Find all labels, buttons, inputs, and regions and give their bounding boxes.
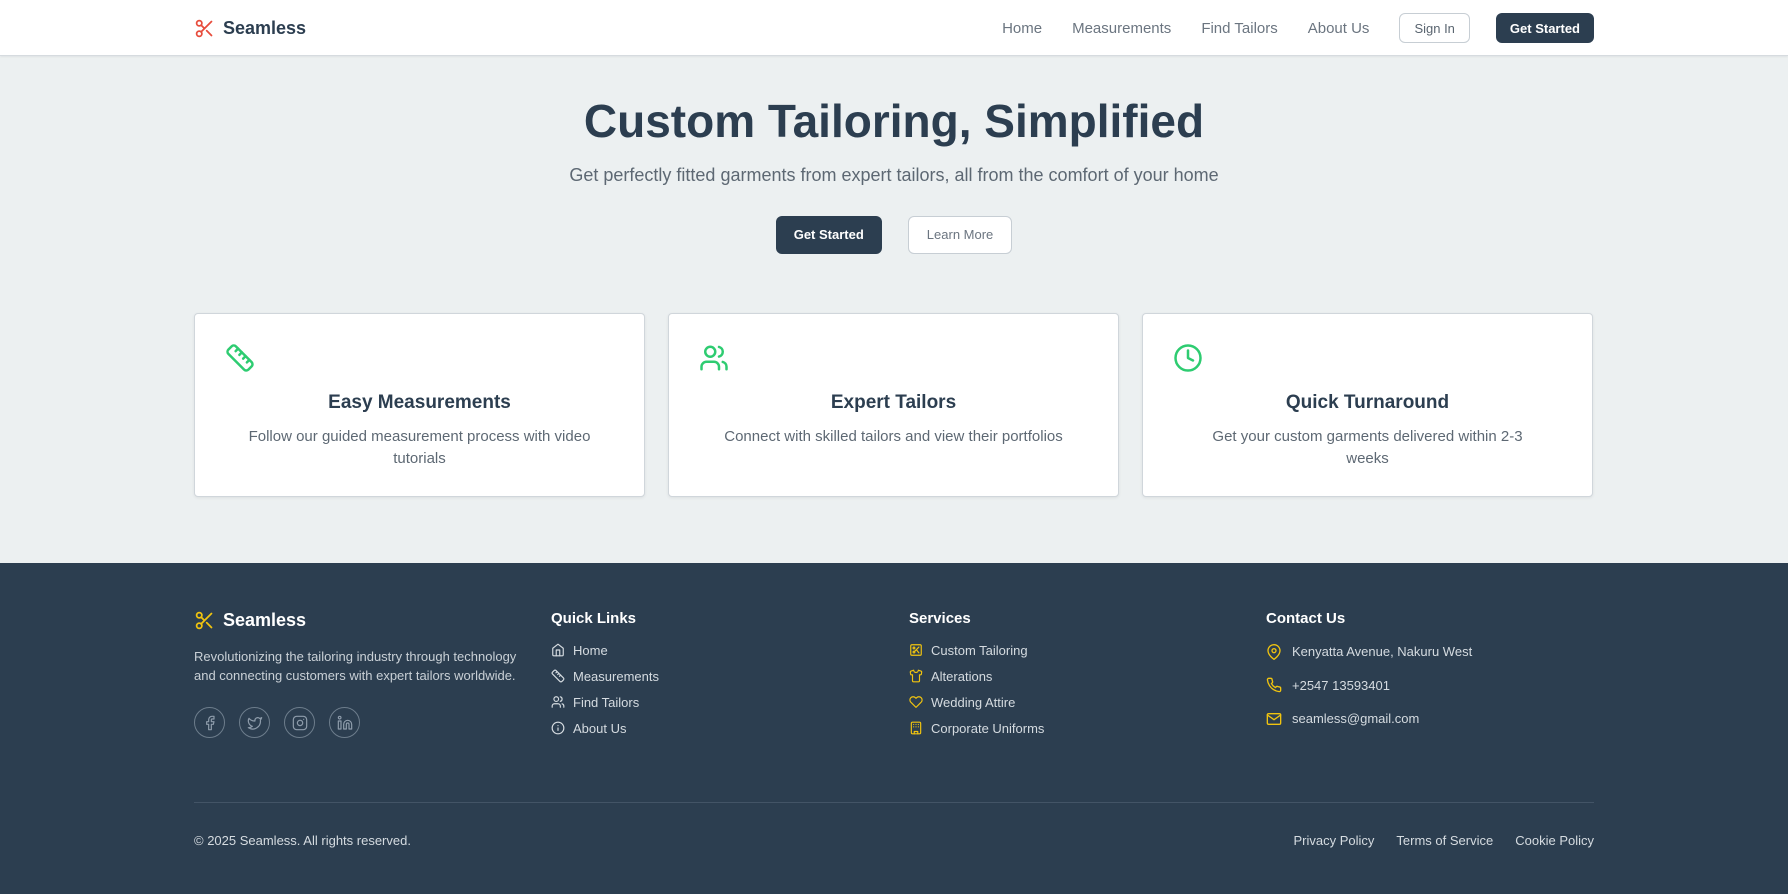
brand-logo[interactable]: Seamless xyxy=(194,18,306,39)
nav-find-tailors[interactable]: Find Tailors xyxy=(1201,20,1277,37)
footer-description: Revolutionizing the tailoring industry t… xyxy=(194,649,517,683)
map-pin-icon xyxy=(1267,643,1281,660)
footer-brand-name: Seamless xyxy=(223,610,307,630)
cookie-policy-link[interactable]: Cookie Policy xyxy=(1515,833,1594,848)
feature-title: Expert Tailors xyxy=(830,391,957,413)
feature-text: Get your custom garments delivered withi… xyxy=(1212,427,1523,467)
footer-services: Services Custom Tailoring Alterations We… xyxy=(909,610,1044,741)
privacy-policy-link[interactable]: Privacy Policy xyxy=(1294,833,1375,848)
contact-heading: Contact Us xyxy=(1266,610,1346,627)
nav-measurements[interactable]: Measurements xyxy=(1072,20,1171,37)
footer-logo[interactable]: Seamless xyxy=(194,610,524,631)
header-get-started-button[interactable]: Get Started xyxy=(1495,13,1594,43)
info-icon xyxy=(551,721,565,735)
hero-buttons: Get Started Learn More xyxy=(194,215,1594,254)
sign-in-button[interactable]: Sign In xyxy=(1399,13,1470,43)
footer-service-wedding-attire[interactable]: Wedding Attire xyxy=(909,689,1044,715)
home-icon xyxy=(552,643,564,657)
footer-contact: Contact Us Kenyatta Avenue, Nakuru West … xyxy=(1266,610,1472,736)
hero-section: Custom Tailoring, Simplified Get perfect… xyxy=(194,56,1594,254)
twitter-icon xyxy=(247,716,262,730)
linkedin-link[interactable] xyxy=(329,707,360,738)
hero-subtitle: Get perfectly fitted garments from exper… xyxy=(569,164,1219,185)
footer-divider xyxy=(194,802,1594,803)
facebook-link[interactable] xyxy=(194,707,225,738)
main-nav: Home Measurements Find Tailors About Us … xyxy=(1002,13,1594,43)
nav-home[interactable]: Home xyxy=(1002,20,1042,37)
footer-service-alterations[interactable]: Alterations xyxy=(909,663,1044,689)
footer-link-home[interactable]: Home xyxy=(551,637,659,663)
instagram-link[interactable] xyxy=(284,707,315,738)
shirt-icon xyxy=(909,669,923,683)
copyright-text: © 2025 Seamless. All rights reserved. xyxy=(194,833,411,848)
footer-link-find-tailors[interactable]: Find Tailors xyxy=(551,689,659,715)
feature-card-measurements: Easy Measurements Follow our guided meas… xyxy=(194,312,645,497)
clock-icon xyxy=(1174,343,1202,372)
twitter-link[interactable] xyxy=(239,707,270,738)
footer-brand-column: Seamless Revolutionizing the tailoring i… xyxy=(194,610,524,738)
feature-title: Quick Turnaround xyxy=(1285,391,1450,413)
social-links xyxy=(194,707,524,738)
mail-icon xyxy=(1266,712,1282,725)
footer-link-about-us[interactable]: About Us xyxy=(551,715,659,741)
footer-link-measurements[interactable]: Measurements xyxy=(551,663,659,689)
footer-service-custom-tailoring[interactable]: Custom Tailoring xyxy=(909,637,1044,663)
ruler-icon xyxy=(551,669,565,683)
terms-of-service-link[interactable]: Terms of Service xyxy=(1396,833,1493,848)
hero-title: Custom Tailoring, Simplified xyxy=(583,95,1205,147)
brand-name: Seamless xyxy=(223,17,307,38)
scissors-icon xyxy=(195,611,213,630)
users-icon xyxy=(551,696,565,708)
linkedin-icon xyxy=(337,715,352,730)
contact-phone[interactable]: +2547 13593401 xyxy=(1266,669,1472,703)
site-footer: Seamless Revolutionizing the tailoring i… xyxy=(0,563,1788,894)
heart-icon xyxy=(909,696,923,708)
footer-quick-links: Quick Links Home Measurements Find Tailo… xyxy=(551,610,659,741)
scissors-box-icon xyxy=(910,644,922,656)
top-nav-bar: Seamless Home Measurements Find Tailors … xyxy=(0,0,1788,56)
facebook-icon xyxy=(205,715,215,730)
feature-text: Follow our guided measurement process wi… xyxy=(248,427,591,467)
ruler-icon xyxy=(226,343,254,372)
contact-email[interactable]: seamless@gmail.com xyxy=(1266,702,1472,736)
hero-get-started-button[interactable]: Get Started xyxy=(775,215,882,254)
contact-address: Kenyatta Avenue, Nakuru West xyxy=(1266,635,1472,669)
building-icon xyxy=(910,721,922,735)
footer-service-corporate-uniforms[interactable]: Corporate Uniforms xyxy=(909,715,1044,741)
features-section: Easy Measurements Follow our guided meas… xyxy=(194,312,1594,497)
learn-more-button[interactable]: Learn More xyxy=(907,215,1013,254)
users-icon xyxy=(700,345,728,371)
nav-about-us[interactable]: About Us xyxy=(1308,20,1370,37)
instagram-icon xyxy=(292,715,307,730)
phone-icon xyxy=(1266,677,1282,693)
feature-text: Connect with skilled tailors and view th… xyxy=(724,427,1063,445)
scissors-icon xyxy=(195,19,213,37)
feature-card-turnaround: Quick Turnaround Get your custom garment… xyxy=(1142,312,1593,497)
legal-links: Privacy Policy Terms of Service Cookie P… xyxy=(1294,833,1595,848)
feature-card-tailors: Expert Tailors Connect with skilled tail… xyxy=(668,312,1119,497)
services-heading: Services xyxy=(909,610,971,627)
quick-links-heading: Quick Links xyxy=(551,610,637,627)
feature-title: Easy Measurements xyxy=(328,391,511,413)
